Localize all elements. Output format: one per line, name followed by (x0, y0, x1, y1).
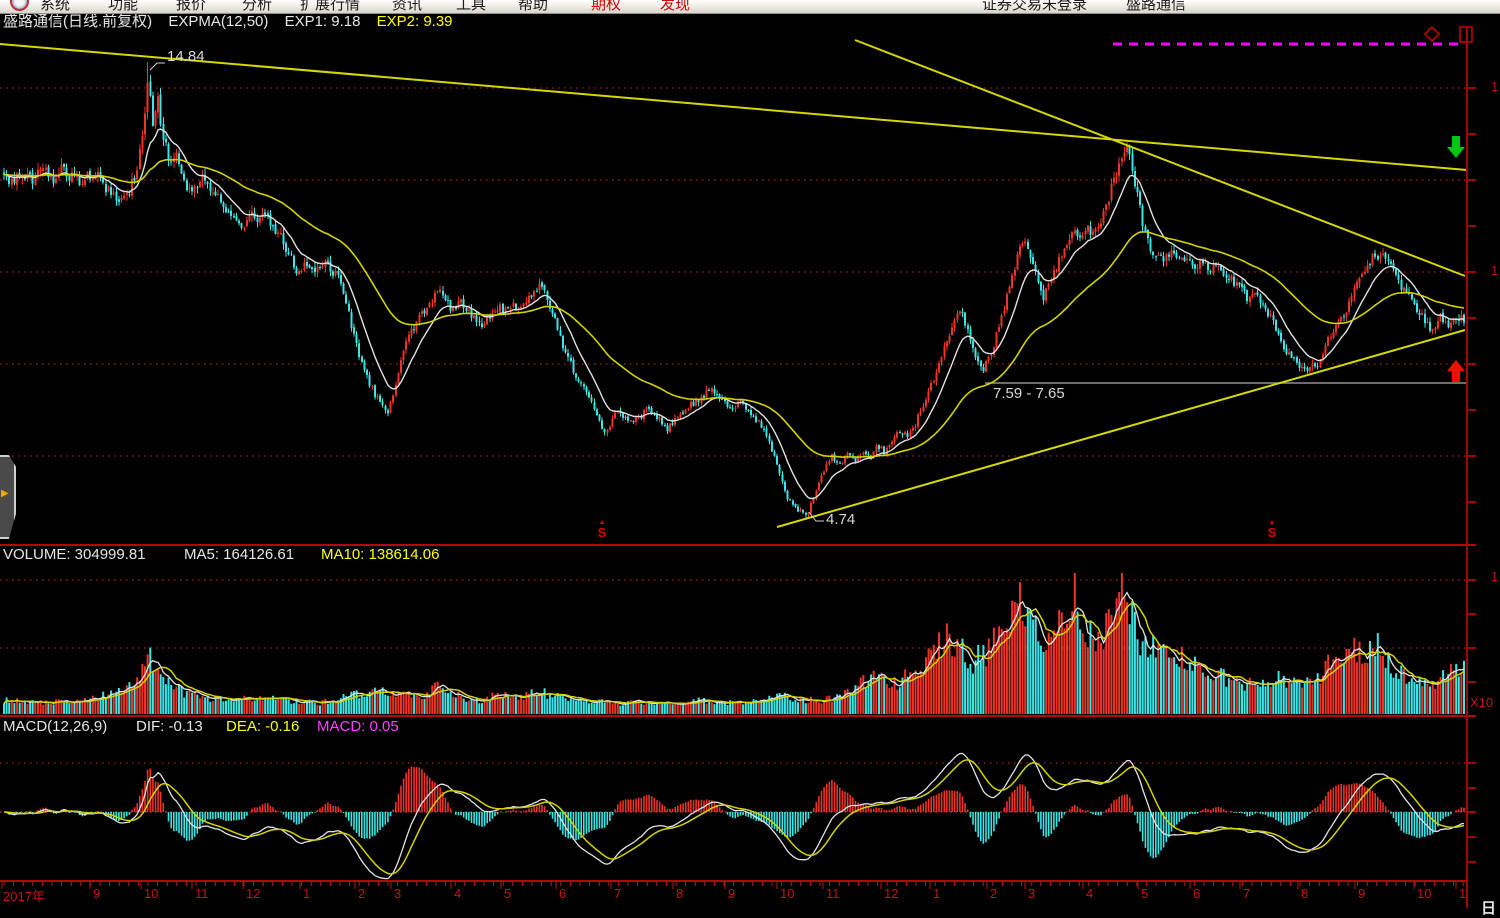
menu-item-1[interactable]: 功能 (108, 0, 138, 14)
month-label-15: 11 (826, 886, 840, 901)
menu-item-0[interactable]: 系统 (40, 0, 70, 14)
exp2-value: EXP2: 9.39 (377, 13, 453, 30)
month-label-5: 1 (303, 886, 310, 901)
month-label-2: 10 (144, 886, 158, 901)
month-label-27: 1 (1459, 886, 1466, 901)
macd-dea: DEA: -0.16 (226, 719, 299, 735)
indicator-label: EXPMA(12,50) (168, 13, 268, 30)
month-label-24: 8 (1301, 886, 1308, 901)
status-trade-login[interactable]: 证券交易未登录 (982, 0, 1087, 14)
month-label-22: 6 (1193, 886, 1200, 901)
high-price-label: 14.84 (167, 49, 205, 65)
axis-price-digit-1: 1 (1491, 264, 1498, 278)
menu-item-7[interactable]: 帮助 (518, 0, 548, 14)
sell-signal-marker-0: ▲S (595, 520, 609, 540)
month-label-20: 4 (1086, 886, 1093, 901)
menu-item-hot-1[interactable]: 发现 (660, 0, 690, 14)
month-label-13: 9 (728, 886, 735, 901)
month-label-16: 12 (884, 886, 898, 901)
macd-value: MACD: 0.05 (317, 719, 399, 735)
volume-value: VOLUME: 304999.81 (3, 547, 146, 563)
month-label-14: 10 (780, 886, 794, 901)
month-label-21: 5 (1141, 886, 1148, 901)
menu-item-hot-0[interactable]: 期权 (591, 0, 621, 14)
month-label-7: 3 (394, 886, 401, 901)
month-label-8: 4 (454, 886, 461, 901)
month-label-9: 5 (504, 886, 511, 901)
menu-item-4[interactable]: 扩展行情 (300, 0, 360, 14)
date-axis[interactable]: 2017年9101112123456789101112123456789101 (0, 886, 1500, 908)
month-label-19: 3 (1028, 886, 1035, 901)
gap-range-label: 7.59 - 7.65 (993, 386, 1065, 402)
menu-item-3[interactable]: 分析 (242, 0, 272, 14)
sell-signal-marker-1: ▲S (1265, 520, 1279, 540)
axis-price-digit-2: 1 (1491, 570, 1498, 584)
menu-item-6[interactable]: 工具 (456, 0, 486, 14)
month-label-6: 2 (358, 886, 365, 901)
menu-bar: 证券交易未登录 盛路通信 系统 功能 报价 分析 扩展行情 资讯 工具 帮助 期权 发现 (0, 0, 1500, 14)
window-stock-title: 盛路通信 (1126, 0, 1186, 14)
axis-price-digit-0: 1 (1491, 80, 1498, 94)
diamond-tool-icon (1425, 27, 1439, 41)
month-label-17: 1 (933, 886, 940, 901)
menu-item-2[interactable]: 报价 (176, 0, 206, 14)
exp1-value: EXP1: 9.18 (285, 13, 361, 30)
menu-item-5[interactable]: 资讯 (392, 0, 422, 14)
month-label-1: 9 (93, 886, 100, 901)
low-price-label: 4.74 (826, 512, 855, 528)
month-label-4: 12 (246, 886, 260, 901)
volume-unit-label: X10 (1470, 696, 1493, 710)
month-label-12: 8 (676, 886, 683, 901)
expand-arrow-icon: ▶ (1, 488, 9, 499)
month-label-0: 2017年 (3, 886, 45, 905)
stock-title: 盛路通信(日线.前复权) (3, 13, 152, 30)
month-label-3: 11 (195, 886, 209, 901)
volume-ma5: MA5: 164126.61 (184, 547, 294, 563)
month-label-18: 2 (990, 886, 997, 901)
volume-ma10: MA10: 138614.06 (321, 547, 439, 563)
app-logo-icon (10, 0, 29, 11)
month-label-10: 6 (559, 886, 566, 901)
month-label-26: 10 (1417, 886, 1431, 901)
month-label-25: 9 (1358, 886, 1365, 901)
month-label-23: 7 (1243, 886, 1250, 901)
price-panel-header: 盛路通信(日线.前复权) EXPMA(12,50) EXP1: 9.18 EXP… (3, 14, 453, 30)
month-label-11: 7 (614, 886, 621, 901)
down-signal-arrow-icon (1447, 136, 1465, 158)
up-signal-arrow-icon (1447, 360, 1465, 382)
macd-indicator: MACD(12,26,9) (3, 719, 107, 735)
chart-canvas[interactable] (0, 0, 1500, 908)
macd-dif: DIF: -0.13 (136, 719, 203, 735)
